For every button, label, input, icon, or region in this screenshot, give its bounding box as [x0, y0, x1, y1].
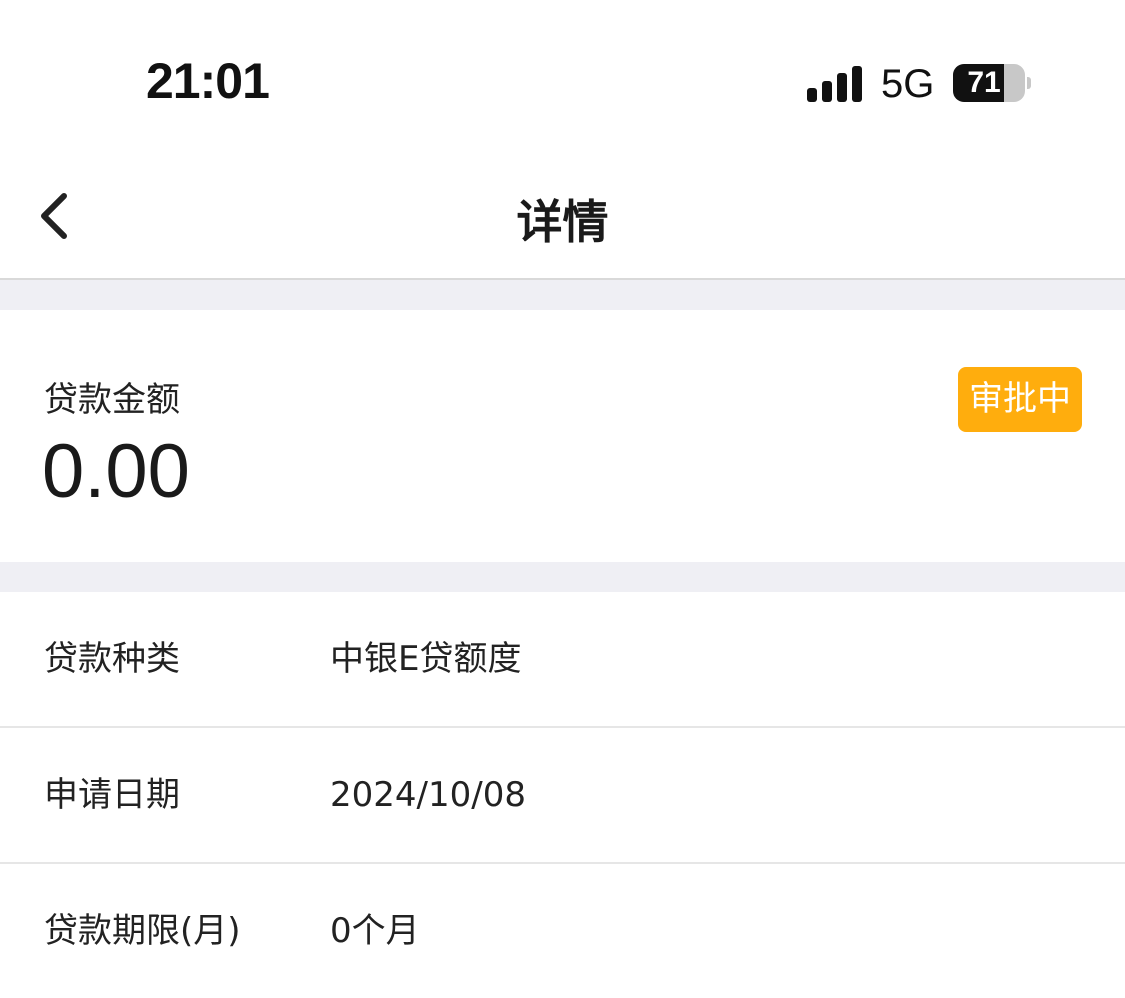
status-bar: 21:01 5G 71: [0, 0, 1125, 150]
detail-row-loan-term: 贷款期限(月) 0个月: [0, 864, 1125, 998]
page-title: 详情: [516, 195, 609, 249]
back-button[interactable]: [28, 186, 88, 246]
detail-label: 申请日期: [44, 775, 180, 815]
loan-detail-list: 贷款种类 中银E贷额度 申请日期 2024/10/08 贷款期限(月) 0个月: [0, 592, 1125, 998]
detail-label: 贷款期限(月): [44, 911, 241, 951]
detail-row-loan-type: 贷款种类 中银E贷额度: [0, 592, 1125, 728]
loan-amount-value: 0.00: [42, 429, 190, 514]
detail-label: 贷款种类: [44, 639, 180, 679]
battery-icon: 71: [953, 64, 1025, 102]
status-time: 21:01: [146, 53, 270, 109]
loan-amount-label: 贷款金额: [44, 380, 180, 420]
loan-summary-card: 贷款金额 0.00 审批中: [0, 310, 1125, 562]
chevron-left-icon: [41, 193, 67, 239]
section-gap: [0, 562, 1125, 592]
status-badge: 审批中: [958, 367, 1082, 432]
nav-bar: 详情: [0, 150, 1125, 280]
detail-value: 0个月: [330, 911, 420, 951]
section-gap: [0, 280, 1125, 310]
battery-level: 71: [967, 66, 1001, 99]
battery-cap: [1027, 77, 1031, 89]
cellular-signal-icon: [807, 66, 863, 102]
network-type: 5G: [881, 62, 935, 106]
detail-row-apply-date: 申请日期 2024/10/08: [0, 728, 1125, 864]
detail-value: 2024/10/08: [330, 775, 526, 815]
detail-value: 中银E贷额度: [330, 639, 522, 679]
